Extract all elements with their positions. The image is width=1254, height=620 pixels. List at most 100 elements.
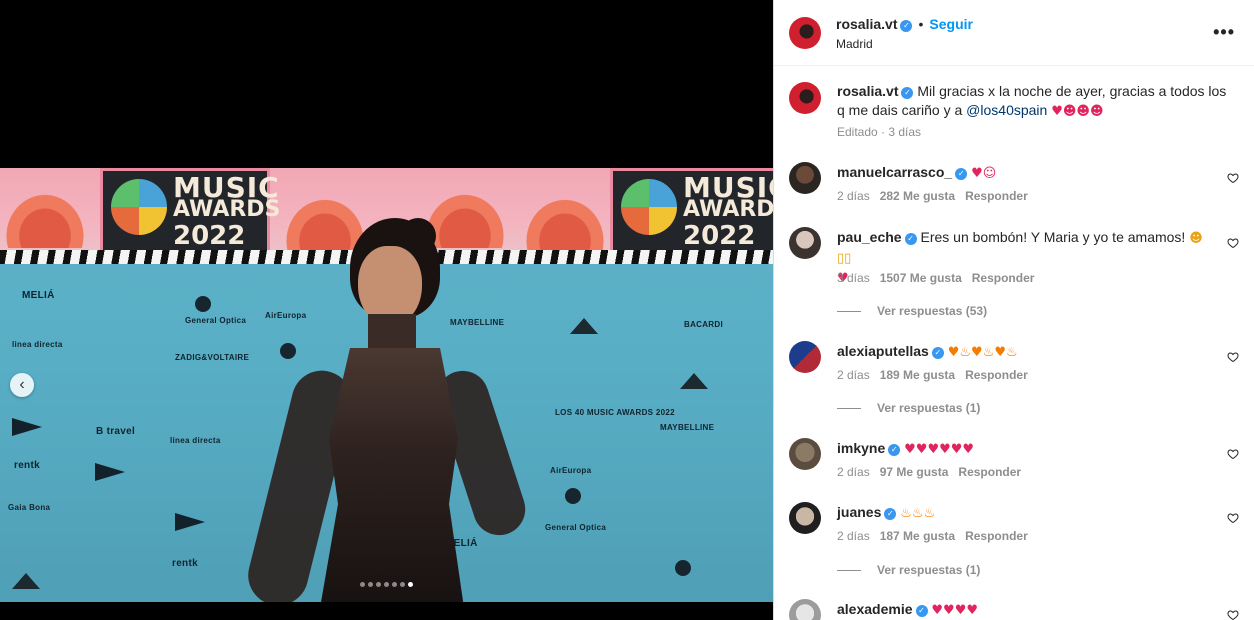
reply-button[interactable]: Responder (965, 368, 1028, 382)
comment-emojis: ♥♨♥♨♥♨ (947, 345, 1018, 360)
verified-badge-icon: ✓ (931, 347, 944, 359)
avatar[interactable] (789, 82, 821, 114)
reply-button[interactable]: Responder (965, 189, 1028, 203)
person-dress (320, 348, 464, 602)
view-replies-button[interactable]: Ver respuestas (1) (837, 563, 980, 577)
verified-badge-icon: ✓ (888, 444, 901, 456)
comment-username[interactable]: alexiaputellas (837, 343, 929, 359)
verified-badge-icon: ✓ (904, 233, 917, 245)
comment-likes[interactable]: 1507 Me gusta (880, 271, 962, 285)
sponsor-logo: LOS 40 MUSIC AWARDS 2022 (555, 408, 675, 417)
verified-badge-icon: ✓ (955, 168, 968, 180)
comment-likes[interactable]: 97 Me gusta (880, 465, 949, 479)
heart-outline-icon[interactable] (1227, 609, 1239, 620)
comment-emojis: ♥♥♥♥♥♥ (904, 442, 975, 457)
verified-badge-icon: ✓ (915, 605, 928, 617)
comment-body: alexademie ✓ ♥♥♥♥ (837, 600, 1217, 620)
chevron-left-icon[interactable]: ‹ (10, 373, 34, 397)
sponsor-logo: General Optica (185, 316, 247, 325)
post-photo: MUSIC AWARDS 2022 MUSIC AWARD 2022 MELIÁ… (0, 168, 773, 602)
more-horizontal-icon[interactable]: ••• (1213, 22, 1235, 43)
sponsor-logo: MAYBELLINE (660, 423, 715, 432)
comment-likes[interactable]: 187 Me gusta (880, 529, 955, 543)
reply-button[interactable]: Responder (958, 465, 1021, 479)
caption-meta: Editado · 3 días (837, 125, 922, 139)
comment-meta: 2 días 187 Me gusta Responder (837, 529, 1028, 543)
heart-outline-icon[interactable] (1227, 512, 1239, 524)
post-media: MUSIC AWARDS 2022 MUSIC AWARD 2022 MELIÁ… (0, 0, 773, 620)
carousel-dot (400, 582, 405, 587)
comment-body: alexiaputellas ✓ ♥♨♥♨♥♨ (837, 342, 1217, 362)
post-panel: rosalia.vt ✓ • Seguir Madrid ••• rosalia.vt… (773, 0, 1254, 620)
carousel-dot (376, 582, 381, 587)
sponsor-logo: BACARDI (684, 320, 723, 329)
header-title-row: rosalia.vt ✓ • Seguir (836, 16, 973, 34)
comment-username[interactable]: juanes (837, 504, 881, 520)
heart-outline-icon[interactable] (1227, 237, 1239, 249)
comment-time[interactable]: 2 días (837, 189, 870, 203)
caption-author[interactable]: rosalia.vt (837, 83, 898, 99)
sponsor-logo: linea directa (170, 436, 221, 445)
sponsor-logo: rentk (172, 558, 198, 569)
carousel-dot (368, 582, 373, 587)
avatar[interactable] (789, 438, 821, 470)
sponsor-logo: General Optica (545, 523, 607, 532)
sponsor-logo: MELIÁ (22, 290, 55, 301)
caption-mention[interactable]: @los40spain (966, 102, 1047, 118)
view-replies-button[interactable]: Ver respuestas (1) (837, 401, 980, 415)
sponsor-logo-icon (195, 296, 211, 312)
carousel-indicator (360, 582, 413, 587)
banner-text: 2022 (173, 221, 246, 251)
verified-badge-icon: ✓ (884, 508, 897, 520)
comment-emojis: ♥☺ (971, 166, 997, 181)
sponsor-logo: Gaia Bona (8, 503, 51, 512)
comment-likes[interactable]: 282 Me gusta (880, 189, 955, 203)
banner-text: AWARD (683, 197, 773, 222)
reply-button[interactable]: Responder (972, 271, 1035, 285)
heart-outline-icon[interactable] (1227, 351, 1239, 363)
los40-badge-icon (621, 179, 677, 235)
avatar[interactable] (789, 599, 821, 620)
heart-outline-icon[interactable] (1227, 172, 1239, 184)
comment-meta: 2 días 97 Me gusta Responder (837, 465, 1021, 479)
avatar[interactable] (789, 162, 821, 194)
carousel-dot (360, 582, 365, 587)
comment-meta: 2 días 282 Me gusta Responder (837, 189, 1028, 203)
person-figure (241, 218, 540, 602)
caption-emojis: ♥☻☻☻ (1051, 104, 1104, 119)
comment-text: Eres un bombón! Y Maria y yo te amamos! (920, 229, 1190, 245)
post-location[interactable]: Madrid (836, 37, 873, 51)
comment-username[interactable]: manuelcarrasco_ (837, 164, 952, 180)
sponsor-logo-icon (12, 418, 42, 436)
comment-meta: 3 días 1507 Me gusta Responder (837, 271, 1034, 285)
comment-username[interactable]: pau_eche (837, 229, 902, 245)
follow-button[interactable]: Seguir (929, 16, 973, 32)
avatar[interactable] (789, 17, 821, 49)
comment-emojis: ♥♥♥♥ (931, 603, 979, 618)
author-username[interactable]: rosalia.vt (836, 16, 897, 32)
carousel-dot (408, 582, 413, 587)
comment-body: manuelcarrasco_ ✓ ♥☺ (837, 163, 1217, 183)
comment-time[interactable]: 2 días (837, 529, 870, 543)
banner-text: 2022 (683, 221, 756, 251)
verified-badge-icon: ✓ (901, 87, 914, 99)
avatar[interactable] (789, 341, 821, 373)
sponsor-logo: rentk (14, 460, 40, 471)
avatar[interactable] (789, 227, 821, 259)
comment-time[interactable]: 3 días (837, 271, 870, 285)
sponsor-logo: linea directa (12, 340, 63, 349)
sponsor-logo: AirEuropa (550, 466, 592, 475)
comment-time[interactable]: 2 días (837, 368, 870, 382)
comment-username[interactable]: alexademie (837, 601, 913, 617)
comment-username[interactable]: imkyne (837, 440, 885, 456)
comment-meta: 2 días 189 Me gusta Responder (837, 368, 1028, 382)
comment-time[interactable]: 2 días (837, 465, 870, 479)
sponsor-logo-icon (12, 573, 40, 589)
avatar[interactable] (789, 502, 821, 534)
heart-outline-icon[interactable] (1227, 448, 1239, 460)
caption-text: rosalia.vt ✓ Mil gracias x la noche de ay… (837, 82, 1227, 121)
comment-likes[interactable]: 189 Me gusta (880, 368, 955, 382)
los40-badge-icon (111, 179, 167, 235)
reply-button[interactable]: Responder (965, 529, 1028, 543)
view-replies-button[interactable]: Ver respuestas (53) (837, 304, 987, 318)
